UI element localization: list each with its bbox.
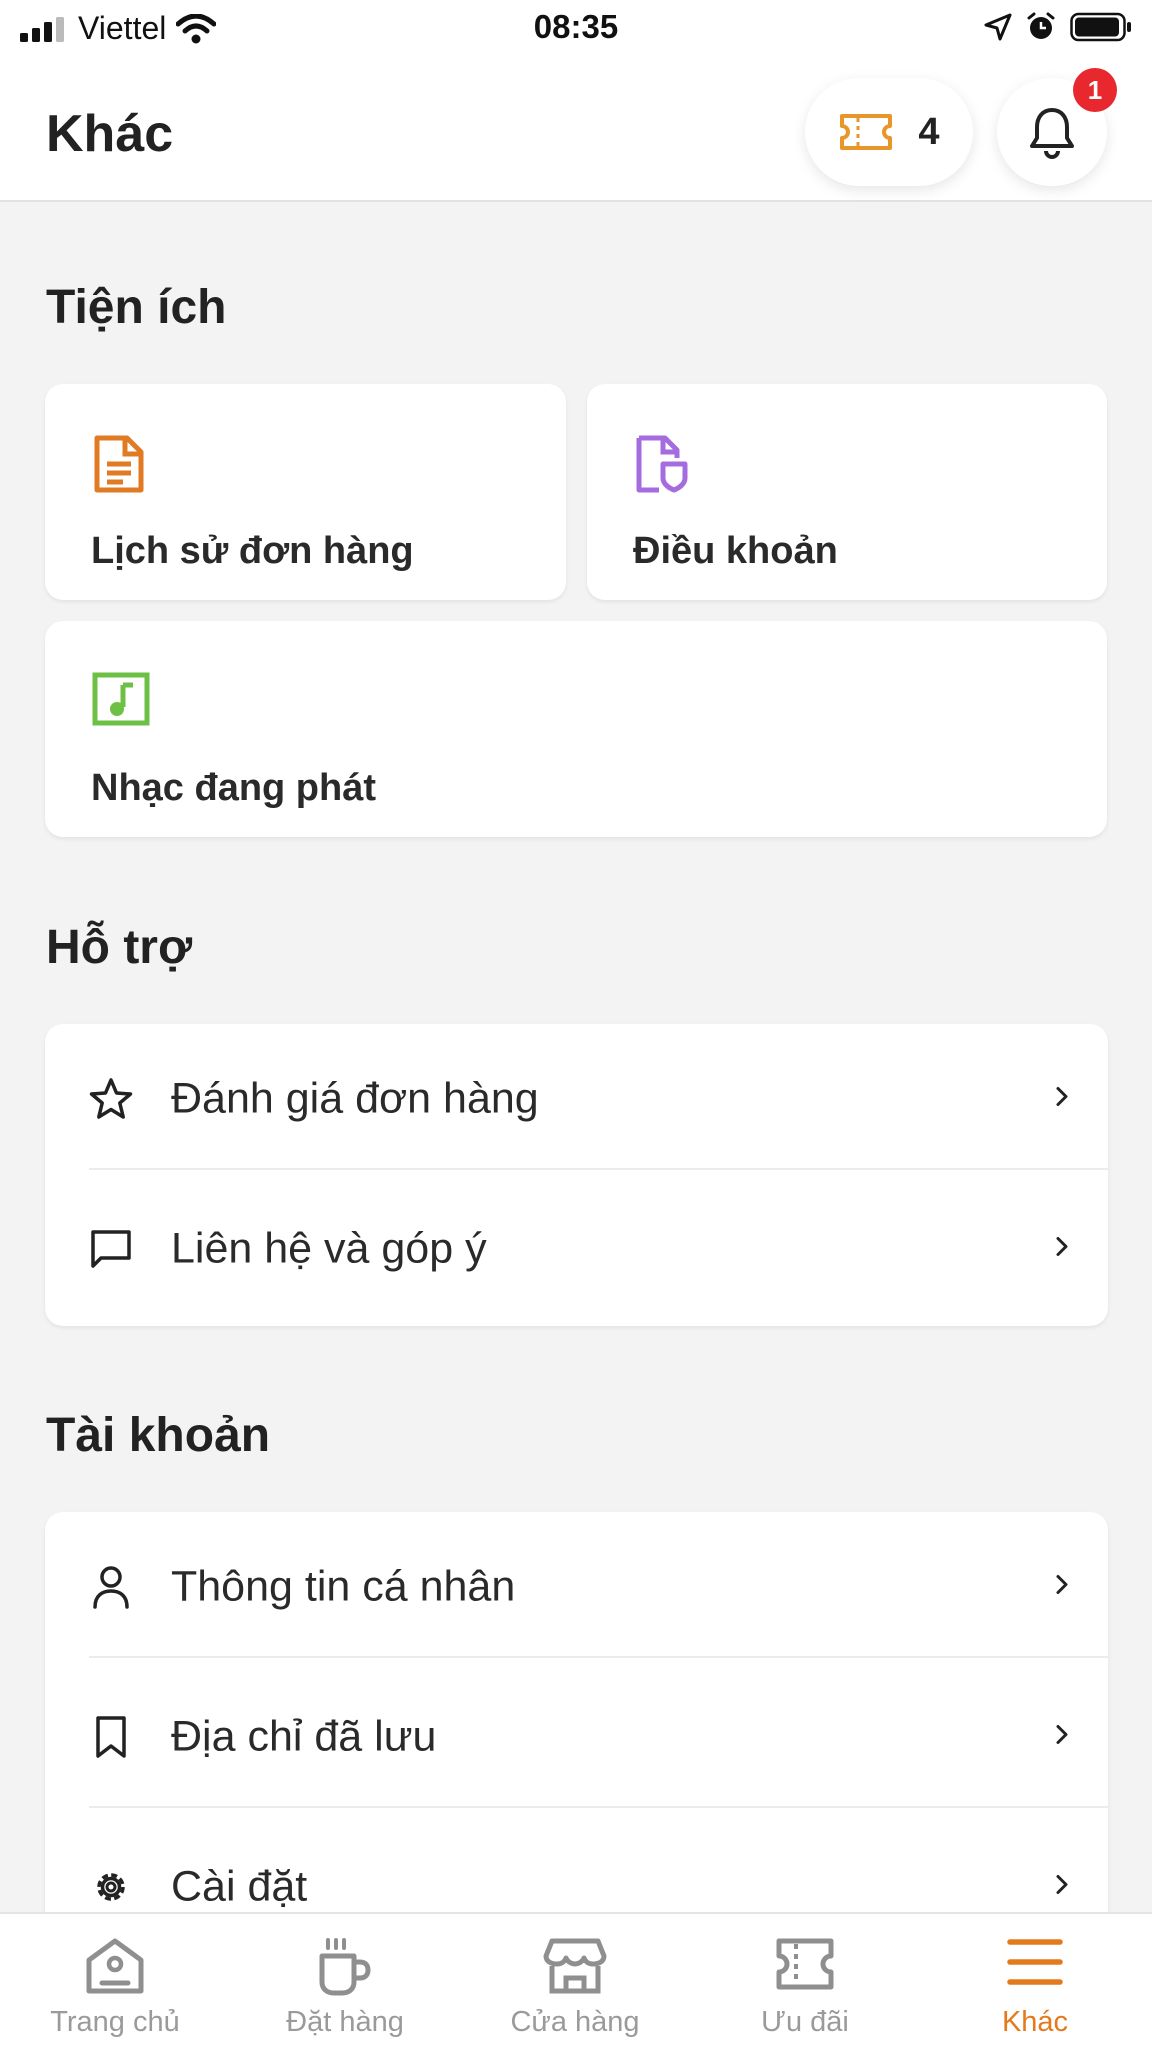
notification-badge: 1: [1073, 68, 1117, 112]
nav-order-label: Đặt hàng: [286, 2006, 404, 2038]
store-icon: [542, 1936, 608, 2001]
chevron-right-icon: [1054, 1085, 1070, 1114]
status-bar: Viettel 08:35: [0, 0, 1152, 60]
voucher-icon: [840, 114, 893, 150]
menu-icon: [1006, 1936, 1064, 1993]
bell-icon: [1030, 108, 1074, 159]
chevron-right-icon: [1054, 1723, 1070, 1752]
music-playing-label: Nhạc đang phát: [91, 767, 377, 809]
section-title-account: Tài khoản: [46, 1409, 271, 1462]
alarm-icon: [1027, 12, 1055, 39]
coffee-cup-icon: [314, 1936, 376, 2003]
voucher-icon: [774, 1936, 836, 1997]
message-icon: [87, 1225, 135, 1273]
nav-home-label: Trang chủ: [50, 2006, 180, 2038]
nav-promotions[interactable]: Ưu đãi: [690, 1914, 920, 2048]
divider: [89, 1806, 1108, 1808]
rate-order-label: Đánh giá đơn hàng: [171, 1074, 539, 1123]
nav-home[interactable]: Trang chủ: [0, 1914, 230, 2048]
settings-icon: [87, 1863, 135, 1911]
voucher-count: 4: [918, 110, 940, 153]
bookmark-icon: [87, 1713, 135, 1761]
order-history-tile[interactable]: Lịch sử đơn hàng: [45, 384, 566, 600]
nav-order[interactable]: Đặt hàng: [230, 1914, 460, 2048]
status-right: [984, 12, 1132, 42]
music-icon: [91, 671, 151, 732]
star-icon: [87, 1075, 135, 1123]
divider: [89, 1168, 1108, 1170]
home-icon: [84, 1936, 146, 2001]
location-arrow-icon: [984, 13, 1012, 41]
section-title-utilities: Tiện ích: [46, 281, 227, 334]
status-time: 08:35: [533, 8, 619, 45]
page-title: Khác: [46, 105, 174, 163]
terms-label: Điều khoản: [633, 530, 838, 572]
order-history-label: Lịch sử đơn hàng: [91, 530, 414, 572]
saved-address-label: Địa chỉ đã lưu: [171, 1712, 437, 1761]
rate-order-row[interactable]: Đánh giá đơn hàng: [45, 1024, 1108, 1174]
terms-tile[interactable]: Điều khoản: [587, 384, 1107, 600]
order-history-icon: [91, 434, 147, 499]
chevron-right-icon: [1054, 1873, 1070, 1902]
voucher-button[interactable]: 4: [805, 78, 973, 186]
personal-info-row[interactable]: Thông tin cá nhân: [45, 1512, 1108, 1662]
user-icon: [87, 1563, 135, 1611]
saved-address-row[interactable]: Địa chỉ đã lưu: [45, 1662, 1108, 1812]
nav-more[interactable]: Khác: [920, 1914, 1150, 2048]
battery-icon: [1070, 12, 1131, 42]
divider: [89, 1656, 1108, 1658]
top-app-bar: Khác 4 1: [0, 60, 1152, 202]
bottom-navigation: Trang chủ Đặt hàng Cửa hàng Ưu đãi Khác: [0, 1912, 1152, 2048]
contact-feedback-label: Liên hệ và góp ý: [171, 1224, 487, 1273]
section-title-support: Hỗ trợ: [46, 921, 193, 974]
nav-store-label: Cửa hàng: [510, 2006, 640, 2038]
nav-store[interactable]: Cửa hàng: [460, 1914, 690, 2048]
nav-promotions-label: Ưu đãi: [761, 2006, 849, 2038]
account-list: Thông tin cá nhân Địa chỉ đã lưu Cài đặt: [45, 1512, 1108, 1932]
chevron-right-icon: [1054, 1573, 1070, 1602]
music-playing-tile[interactable]: Nhạc đang phát: [45, 621, 1107, 837]
contact-feedback-row[interactable]: Liên hệ và góp ý: [45, 1174, 1108, 1324]
settings-label: Cài đặt: [171, 1862, 308, 1911]
personal-info-label: Thông tin cá nhân: [171, 1562, 516, 1611]
chevron-right-icon: [1054, 1235, 1070, 1264]
support-list: Đánh giá đơn hàng Liên hệ và góp ý: [45, 1024, 1108, 1326]
nav-more-label: Khác: [1001, 2006, 1069, 2038]
terms-icon: [633, 434, 689, 499]
